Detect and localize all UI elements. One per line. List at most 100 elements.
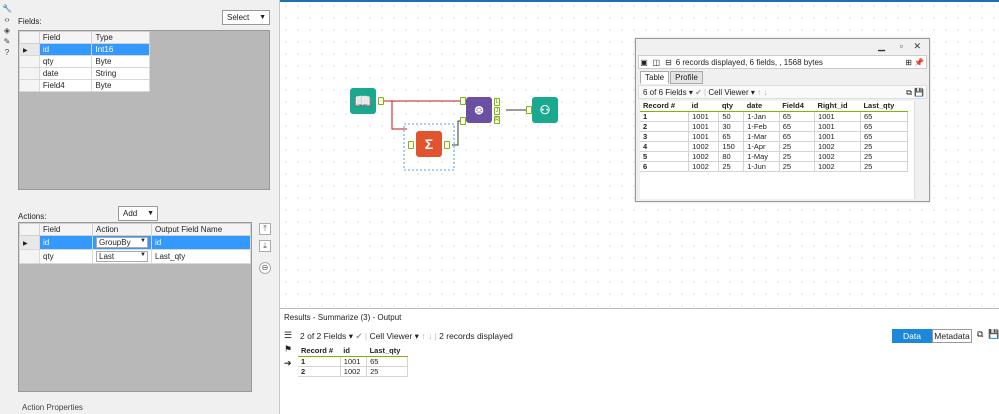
- data-cell[interactable]: 65: [859, 130, 909, 142]
- data-cell[interactable]: 1002: [814, 160, 861, 172]
- row-header[interactable]: ▶: [19, 43, 40, 56]
- column-header[interactable]: Field: [39, 223, 93, 236]
- output-field-cell[interactable]: Last_qty: [151, 249, 251, 264]
- type-cell[interactable]: Byte: [91, 55, 150, 68]
- column-header[interactable]: Last_qty: [366, 346, 408, 357]
- data-cell[interactable]: 65: [778, 130, 816, 142]
- record-number-cell[interactable]: 6: [640, 160, 690, 172]
- save-icon[interactable]: 💾: [914, 86, 924, 100]
- data-cell[interactable]: 1001: [814, 120, 861, 132]
- record-number-cell[interactable]: 1: [640, 110, 690, 122]
- data-cell[interactable]: 65: [778, 120, 816, 132]
- move-down-button[interactable]: ⤓: [259, 240, 271, 252]
- action-dropdown[interactable]: GroupBy ▼: [96, 237, 148, 248]
- data-cell[interactable]: 1-Mar: [743, 130, 780, 142]
- data-cell[interactable]: 1-May: [743, 150, 780, 162]
- table-row[interactable]: 3 1001 65 1-Mar 65 1001 65: [640, 130, 909, 142]
- data-cell[interactable]: 1001: [688, 120, 720, 132]
- select-dropdown[interactable]: Select ▼: [222, 10, 270, 25]
- data-cell[interactable]: 1-Jun: [743, 160, 780, 172]
- data-cell[interactable]: 30: [718, 120, 745, 132]
- join-right-output-anchor[interactable]: R: [494, 116, 500, 124]
- table-row[interactable]: 4 1002 150 1-Apr 25 1002 25: [640, 140, 909, 152]
- layout-single-icon[interactable]: ▣: [639, 56, 649, 70]
- help-icon[interactable]: ?: [2, 48, 12, 58]
- action-cell[interactable]: GroupBy ▼: [92, 235, 152, 250]
- column-header[interactable]: Record #: [298, 346, 341, 357]
- layout-stacked-icon[interactable]: ⊟: [663, 56, 673, 70]
- table-row[interactable]: 5 1002 80 1-May 25 1002 25: [640, 150, 909, 162]
- copy-icon[interactable]: ⧉: [977, 329, 983, 340]
- code-icon[interactable]: ‹›: [2, 15, 12, 25]
- row-header[interactable]: ▶: [19, 235, 40, 250]
- arrow-right-icon[interactable]: ➔: [284, 358, 298, 369]
- data-cell[interactable]: 65: [366, 355, 408, 367]
- table-row[interactable]: 1 1001 50 1-Jan 65 1001 65: [640, 110, 909, 122]
- chevron-down-icon[interactable]: ▾: [689, 88, 693, 97]
- sort-up-icon[interactable]: ↑: [757, 88, 761, 97]
- join-left-input-anchor[interactable]: [460, 97, 466, 105]
- tab-table[interactable]: Table: [640, 71, 670, 84]
- data-cell[interactable]: 1001: [688, 110, 720, 122]
- data-cell[interactable]: 65: [778, 110, 816, 122]
- sort-down-icon[interactable]: ↓: [763, 88, 767, 97]
- row-header[interactable]: [19, 249, 40, 264]
- record-number-cell[interactable]: 4: [640, 140, 690, 152]
- data-cell[interactable]: 1002: [688, 160, 720, 172]
- close-icon[interactable]: ✕: [913, 41, 921, 52]
- tag-icon[interactable]: ◈: [2, 26, 12, 36]
- data-cell[interactable]: 25: [778, 150, 816, 162]
- table-row[interactable]: date String: [19, 67, 150, 80]
- data-cell[interactable]: 1-Feb: [743, 120, 780, 132]
- data-cell[interactable]: 65: [859, 110, 909, 122]
- input-data-tool[interactable]: 📖: [350, 88, 376, 114]
- wrench-icon[interactable]: 🔧: [2, 4, 12, 14]
- copy-icon[interactable]: ⧉: [906, 86, 912, 100]
- record-number-cell[interactable]: 2: [298, 365, 341, 377]
- metadata-button[interactable]: Metadata: [932, 329, 972, 343]
- data-cell[interactable]: 25: [718, 160, 745, 172]
- table-row[interactable]: ▶ id Int16: [19, 43, 150, 56]
- join-tool[interactable]: ⊛: [466, 97, 492, 123]
- type-cell[interactable]: String: [91, 67, 150, 80]
- data-cell[interactable]: 1-Jan: [743, 110, 780, 122]
- field-cell[interactable]: qty: [39, 249, 93, 264]
- data-cell[interactable]: 25: [859, 160, 909, 172]
- type-cell[interactable]: Int16: [91, 43, 150, 56]
- column-header[interactable]: Field: [38, 31, 93, 44]
- table-row[interactable]: Field4 Byte: [19, 79, 150, 92]
- data-cell[interactable]: 25: [366, 365, 408, 377]
- tab-profile[interactable]: Profile: [670, 71, 703, 84]
- layout-split-icon[interactable]: ◫: [651, 56, 661, 70]
- record-number-cell[interactable]: 1: [298, 355, 341, 367]
- data-cell[interactable]: 1001: [814, 110, 861, 122]
- results-cell-viewer-selector[interactable]: Cell Viewer: [369, 331, 412, 341]
- action-cell[interactable]: Last ▼: [92, 249, 152, 264]
- action-dropdown[interactable]: Last ▼: [96, 251, 148, 262]
- list-icon[interactable]: ☰: [284, 330, 298, 341]
- data-cell[interactable]: 50: [718, 110, 745, 122]
- maximize-icon[interactable]: ▫: [900, 41, 903, 51]
- chevron-down-icon[interactable]: ▾: [349, 331, 353, 341]
- cell-viewer-selector[interactable]: Cell Viewer: [708, 88, 748, 97]
- column-header[interactable]: qty: [718, 101, 744, 112]
- flag-icon[interactable]: ⚑: [284, 344, 298, 355]
- chevron-down-icon[interactable]: ▾: [751, 88, 755, 97]
- browse-window[interactable]: ▁ ▫ ✕ ▣ ◫ ⊟ 6 records displayed, 6 field…: [635, 38, 930, 202]
- column-header[interactable]: Field4: [779, 101, 815, 112]
- check-icon[interactable]: ✔: [355, 331, 362, 341]
- data-cell[interactable]: 25: [859, 150, 909, 162]
- record-number-cell[interactable]: 3: [640, 130, 690, 142]
- minimize-icon[interactable]: ▁: [878, 41, 885, 52]
- browse-tool[interactable]: ⚇: [532, 97, 558, 123]
- data-cell[interactable]: 150: [718, 140, 745, 152]
- data-cell[interactable]: 1002: [339, 365, 368, 377]
- data-cell[interactable]: 1-Apr: [743, 140, 780, 152]
- move-up-button[interactable]: ⤒: [259, 223, 271, 235]
- data-cell[interactable]: 25: [778, 160, 816, 172]
- record-number-cell[interactable]: 5: [640, 150, 690, 162]
- field-cell[interactable]: id: [38, 43, 93, 56]
- sort-up-icon[interactable]: ↑: [421, 331, 425, 341]
- row-header[interactable]: [19, 67, 40, 80]
- input-anchor[interactable]: [408, 141, 414, 149]
